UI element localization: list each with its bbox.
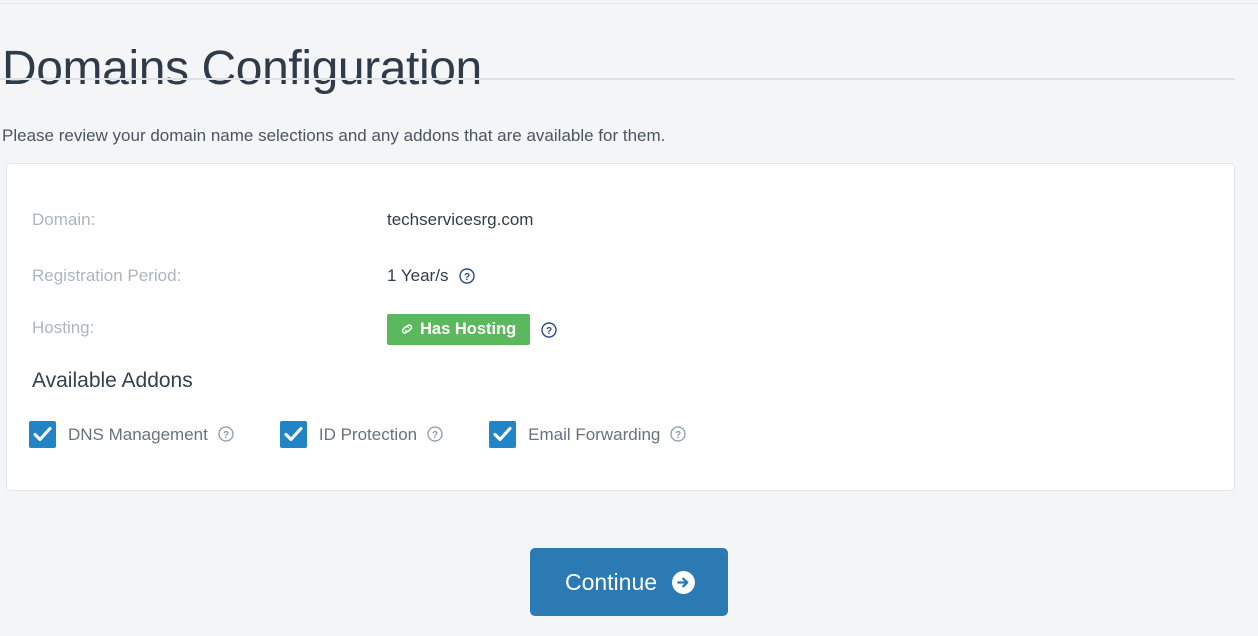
circle-question-icon[interactable]: ? <box>670 426 687 442</box>
circle-question-icon[interactable]: ? <box>459 268 476 284</box>
domain-name-text: techservicesrg.com <box>387 210 534 229</box>
addon-email-forwarding-checkbox[interactable] <box>489 420 517 448</box>
has-hosting-badge-label: Has Hosting <box>420 320 517 338</box>
circle-question-icon[interactable]: ? <box>541 321 557 338</box>
svg-text:?: ? <box>432 430 438 441</box>
svg-text:?: ? <box>546 326 552 337</box>
svg-text:?: ? <box>223 430 229 441</box>
arrow-circle-right-icon <box>671 570 696 595</box>
addon-dns-management-label: DNS Management <box>68 424 208 444</box>
check-icon <box>33 426 52 441</box>
addon-dns-management[interactable]: DNS Management ? <box>29 419 234 449</box>
addon-email-forwarding-label: Email Forwarding <box>528 424 661 444</box>
svg-text:?: ? <box>675 430 681 441</box>
link-icon <box>400 322 414 336</box>
registration-period-label: Registration Period: <box>32 266 182 285</box>
svg-text:?: ? <box>464 272 470 283</box>
addon-id-protection-label: ID Protection <box>318 424 418 444</box>
domain-row-value: techservicesrg.com <box>387 206 533 234</box>
continue-button[interactable]: Continue <box>529 548 729 616</box>
domains-configuration-page: Domains Configuration Please review your… <box>0 0 1258 636</box>
addons-list: DNS Management ? ID Protection ? Email F… <box>29 419 687 449</box>
registration-period-text: 1 Year/s <box>387 266 449 285</box>
has-hosting-badge: Has Hosting <box>387 314 531 345</box>
circle-question-icon[interactable]: ? <box>218 426 234 442</box>
registration-period-value: 1 Year/s ? <box>387 262 476 290</box>
check-icon <box>493 426 512 441</box>
title-divider <box>0 78 1235 80</box>
addon-id-protection[interactable]: ID Protection ? <box>279 419 443 449</box>
domain-details-card: Domain: techservicesrg.com Registration … <box>6 163 1235 491</box>
hosting-row-label: Hosting: <box>32 318 95 337</box>
circle-question-icon[interactable]: ? <box>427 426 443 442</box>
page-intro-text: Please review your domain name selection… <box>2 126 666 145</box>
page-title: Domains Configuration <box>2 42 482 96</box>
hosting-row-value: Has Hosting ? <box>387 314 557 345</box>
hosting-row: Hosting: Has Hosting ? <box>7 314 1234 345</box>
addon-id-protection-checkbox[interactable] <box>279 420 307 448</box>
check-icon <box>284 426 303 441</box>
addon-email-forwarding[interactable]: Email Forwarding ? <box>489 419 687 449</box>
continue-button-container: Continue <box>0 548 1258 616</box>
registration-period-row: Registration Period: 1 Year/s ? <box>7 262 1234 290</box>
available-addons-heading: Available Addons <box>32 369 193 392</box>
domain-row: Domain: techservicesrg.com <box>7 206 1234 234</box>
domain-row-label: Domain: <box>32 210 96 229</box>
addon-dns-management-checkbox[interactable] <box>29 420 56 448</box>
continue-button-label: Continue <box>564 569 658 595</box>
top-divider <box>0 3 1258 4</box>
